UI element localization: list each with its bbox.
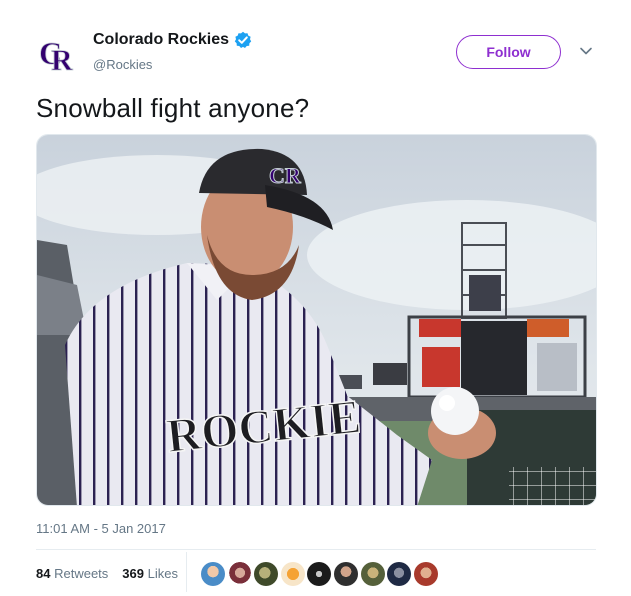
tweet-card: C R Colorado Rockies @Rockies Follow Sno… (0, 0, 631, 596)
photo-image: CR ROCKIE (37, 135, 596, 505)
svg-text:R: R (51, 44, 73, 74)
liker-avatar[interactable] (413, 562, 438, 586)
tweet-photo[interactable]: CR ROCKIE (36, 134, 597, 506)
liker-avatar[interactable] (201, 562, 225, 586)
svg-text:CR: CR (269, 163, 302, 188)
liker-avatar[interactable] (227, 562, 252, 586)
stats-separator (186, 552, 187, 592)
retweets-count: 84 (36, 566, 51, 581)
liker-avatar[interactable] (333, 562, 358, 586)
account-handle[interactable]: @Rockies (93, 57, 152, 72)
retweets-stat[interactable]: 84 Retweets (36, 566, 108, 581)
verified-badge-icon (234, 31, 252, 49)
tweet-timestamp[interactable]: 11:01 AM - 5 Jan 2017 (36, 521, 166, 536)
liker-avatar[interactable] (387, 562, 412, 586)
chevron-down-icon[interactable] (579, 44, 593, 58)
likes-stat[interactable]: 369 Likes (122, 566, 178, 581)
tweet-stats: 84 Retweets 369 Likes (36, 566, 192, 581)
tweet-text: Snowball fight anyone? (36, 93, 310, 123)
liker-avatar[interactable] (254, 562, 279, 586)
account-name-row[interactable]: Colorado Rockies (93, 31, 252, 49)
liker-avatar[interactable] (360, 562, 385, 586)
likes-count: 369 (122, 566, 144, 581)
likes-label: Likes (147, 566, 178, 581)
retweets-label: Retweets (54, 566, 109, 581)
liker-avatar[interactable] (307, 562, 332, 586)
account-avatar[interactable]: C R (36, 30, 76, 78)
liker-avatar[interactable] (280, 562, 305, 586)
likers-row (201, 562, 440, 586)
rockies-logo-icon: C R (39, 35, 74, 78)
follow-button[interactable]: Follow (456, 35, 561, 69)
stats-divider (36, 549, 596, 550)
display-name[interactable]: Colorado Rockies (93, 31, 229, 49)
